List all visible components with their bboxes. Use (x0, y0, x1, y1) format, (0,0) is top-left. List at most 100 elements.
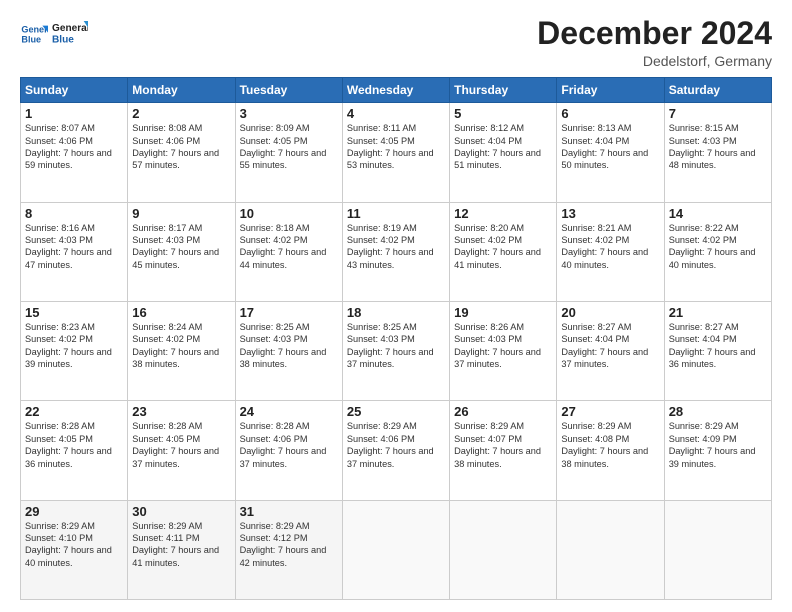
day-info: Sunrise: 8:29 AM Sunset: 4:10 PM Dayligh… (25, 520, 123, 570)
day-number: 23 (132, 404, 230, 419)
day-number: 4 (347, 106, 445, 121)
calendar-cell: 26 Sunrise: 8:29 AM Sunset: 4:07 PM Dayl… (450, 401, 557, 500)
calendar-week-4: 22 Sunrise: 8:28 AM Sunset: 4:05 PM Dayl… (21, 401, 772, 500)
calendar-cell: 6 Sunrise: 8:13 AM Sunset: 4:04 PM Dayli… (557, 103, 664, 202)
day-number: 1 (25, 106, 123, 121)
day-number: 28 (669, 404, 767, 419)
calendar-cell: 27 Sunrise: 8:29 AM Sunset: 4:08 PM Dayl… (557, 401, 664, 500)
calendar-cell: 28 Sunrise: 8:29 AM Sunset: 4:09 PM Dayl… (664, 401, 771, 500)
day-info: Sunrise: 8:11 AM Sunset: 4:05 PM Dayligh… (347, 122, 445, 172)
calendar-cell: 1 Sunrise: 8:07 AM Sunset: 4:06 PM Dayli… (21, 103, 128, 202)
calendar-header-row: Sunday Monday Tuesday Wednesday Thursday… (21, 78, 772, 103)
day-number: 27 (561, 404, 659, 419)
day-info: Sunrise: 8:25 AM Sunset: 4:03 PM Dayligh… (240, 321, 338, 371)
calendar-cell: 3 Sunrise: 8:09 AM Sunset: 4:05 PM Dayli… (235, 103, 342, 202)
calendar-cell: 12 Sunrise: 8:20 AM Sunset: 4:02 PM Dayl… (450, 202, 557, 301)
day-info: Sunrise: 8:28 AM Sunset: 4:06 PM Dayligh… (240, 420, 338, 470)
calendar-cell: 19 Sunrise: 8:26 AM Sunset: 4:03 PM Dayl… (450, 301, 557, 400)
header-tuesday: Tuesday (235, 78, 342, 103)
day-number: 29 (25, 504, 123, 519)
logo-icon: General Blue (20, 20, 48, 48)
svg-text:General: General (52, 23, 88, 34)
gb-logo-graphic: General Blue (52, 16, 88, 52)
calendar-cell: 18 Sunrise: 8:25 AM Sunset: 4:03 PM Dayl… (342, 301, 449, 400)
day-info: Sunrise: 8:23 AM Sunset: 4:02 PM Dayligh… (25, 321, 123, 371)
calendar-cell: 7 Sunrise: 8:15 AM Sunset: 4:03 PM Dayli… (664, 103, 771, 202)
calendar-cell: 8 Sunrise: 8:16 AM Sunset: 4:03 PM Dayli… (21, 202, 128, 301)
day-number: 2 (132, 106, 230, 121)
calendar-cell: 29 Sunrise: 8:29 AM Sunset: 4:10 PM Dayl… (21, 500, 128, 599)
day-info: Sunrise: 8:07 AM Sunset: 4:06 PM Dayligh… (25, 122, 123, 172)
day-info: Sunrise: 8:28 AM Sunset: 4:05 PM Dayligh… (132, 420, 230, 470)
day-number: 8 (25, 206, 123, 221)
location: Dedelstorf, Germany (537, 53, 772, 69)
calendar-cell: 14 Sunrise: 8:22 AM Sunset: 4:02 PM Dayl… (664, 202, 771, 301)
day-number: 6 (561, 106, 659, 121)
header: General Blue General Blue December 2024 … (20, 16, 772, 69)
day-number: 14 (669, 206, 767, 221)
day-number: 3 (240, 106, 338, 121)
day-number: 21 (669, 305, 767, 320)
calendar-cell: 17 Sunrise: 8:25 AM Sunset: 4:03 PM Dayl… (235, 301, 342, 400)
day-info: Sunrise: 8:08 AM Sunset: 4:06 PM Dayligh… (132, 122, 230, 172)
day-info: Sunrise: 8:20 AM Sunset: 4:02 PM Dayligh… (454, 222, 552, 272)
calendar-cell: 25 Sunrise: 8:29 AM Sunset: 4:06 PM Dayl… (342, 401, 449, 500)
day-number: 10 (240, 206, 338, 221)
calendar-cell: 10 Sunrise: 8:18 AM Sunset: 4:02 PM Dayl… (235, 202, 342, 301)
calendar-cell: 23 Sunrise: 8:28 AM Sunset: 4:05 PM Dayl… (128, 401, 235, 500)
header-monday: Monday (128, 78, 235, 103)
calendar-cell: 5 Sunrise: 8:12 AM Sunset: 4:04 PM Dayli… (450, 103, 557, 202)
day-info: Sunrise: 8:12 AM Sunset: 4:04 PM Dayligh… (454, 122, 552, 172)
day-number: 25 (347, 404, 445, 419)
header-sunday: Sunday (21, 78, 128, 103)
calendar-cell: 2 Sunrise: 8:08 AM Sunset: 4:06 PM Dayli… (128, 103, 235, 202)
calendar-cell: 13 Sunrise: 8:21 AM Sunset: 4:02 PM Dayl… (557, 202, 664, 301)
day-info: Sunrise: 8:29 AM Sunset: 4:12 PM Dayligh… (240, 520, 338, 570)
calendar-cell: 21 Sunrise: 8:27 AM Sunset: 4:04 PM Dayl… (664, 301, 771, 400)
day-info: Sunrise: 8:28 AM Sunset: 4:05 PM Dayligh… (25, 420, 123, 470)
day-info: Sunrise: 8:15 AM Sunset: 4:03 PM Dayligh… (669, 122, 767, 172)
day-number: 7 (669, 106, 767, 121)
day-info: Sunrise: 8:29 AM Sunset: 4:07 PM Dayligh… (454, 420, 552, 470)
day-number: 24 (240, 404, 338, 419)
day-number: 9 (132, 206, 230, 221)
day-number: 16 (132, 305, 230, 320)
calendar-table: Sunday Monday Tuesday Wednesday Thursday… (20, 77, 772, 600)
svg-text:Blue: Blue (52, 35, 74, 46)
day-number: 19 (454, 305, 552, 320)
calendar-week-3: 15 Sunrise: 8:23 AM Sunset: 4:02 PM Dayl… (21, 301, 772, 400)
calendar-cell: 31 Sunrise: 8:29 AM Sunset: 4:12 PM Dayl… (235, 500, 342, 599)
day-number: 22 (25, 404, 123, 419)
day-info: Sunrise: 8:29 AM Sunset: 4:06 PM Dayligh… (347, 420, 445, 470)
calendar-cell: 15 Sunrise: 8:23 AM Sunset: 4:02 PM Dayl… (21, 301, 128, 400)
day-number: 17 (240, 305, 338, 320)
calendar-week-1: 1 Sunrise: 8:07 AM Sunset: 4:06 PM Dayli… (21, 103, 772, 202)
page: General Blue General Blue December 2024 … (0, 0, 792, 612)
day-info: Sunrise: 8:17 AM Sunset: 4:03 PM Dayligh… (132, 222, 230, 272)
day-info: Sunrise: 8:27 AM Sunset: 4:04 PM Dayligh… (561, 321, 659, 371)
day-info: Sunrise: 8:25 AM Sunset: 4:03 PM Dayligh… (347, 321, 445, 371)
day-info: Sunrise: 8:16 AM Sunset: 4:03 PM Dayligh… (25, 222, 123, 272)
header-wednesday: Wednesday (342, 78, 449, 103)
day-info: Sunrise: 8:29 AM Sunset: 4:11 PM Dayligh… (132, 520, 230, 570)
calendar-cell: 16 Sunrise: 8:24 AM Sunset: 4:02 PM Dayl… (128, 301, 235, 400)
calendar-cell: 11 Sunrise: 8:19 AM Sunset: 4:02 PM Dayl… (342, 202, 449, 301)
day-number: 20 (561, 305, 659, 320)
logo: General Blue General Blue (20, 16, 88, 52)
day-number: 18 (347, 305, 445, 320)
calendar-week-2: 8 Sunrise: 8:16 AM Sunset: 4:03 PM Dayli… (21, 202, 772, 301)
month-title: December 2024 (537, 16, 772, 51)
day-info: Sunrise: 8:21 AM Sunset: 4:02 PM Dayligh… (561, 222, 659, 272)
day-info: Sunrise: 8:27 AM Sunset: 4:04 PM Dayligh… (669, 321, 767, 371)
day-info: Sunrise: 8:29 AM Sunset: 4:08 PM Dayligh… (561, 420, 659, 470)
day-number: 31 (240, 504, 338, 519)
calendar-cell (557, 500, 664, 599)
day-info: Sunrise: 8:22 AM Sunset: 4:02 PM Dayligh… (669, 222, 767, 272)
day-info: Sunrise: 8:26 AM Sunset: 4:03 PM Dayligh… (454, 321, 552, 371)
day-info: Sunrise: 8:19 AM Sunset: 4:02 PM Dayligh… (347, 222, 445, 272)
day-number: 11 (347, 206, 445, 221)
calendar-cell: 30 Sunrise: 8:29 AM Sunset: 4:11 PM Dayl… (128, 500, 235, 599)
header-saturday: Saturday (664, 78, 771, 103)
day-number: 30 (132, 504, 230, 519)
day-number: 13 (561, 206, 659, 221)
